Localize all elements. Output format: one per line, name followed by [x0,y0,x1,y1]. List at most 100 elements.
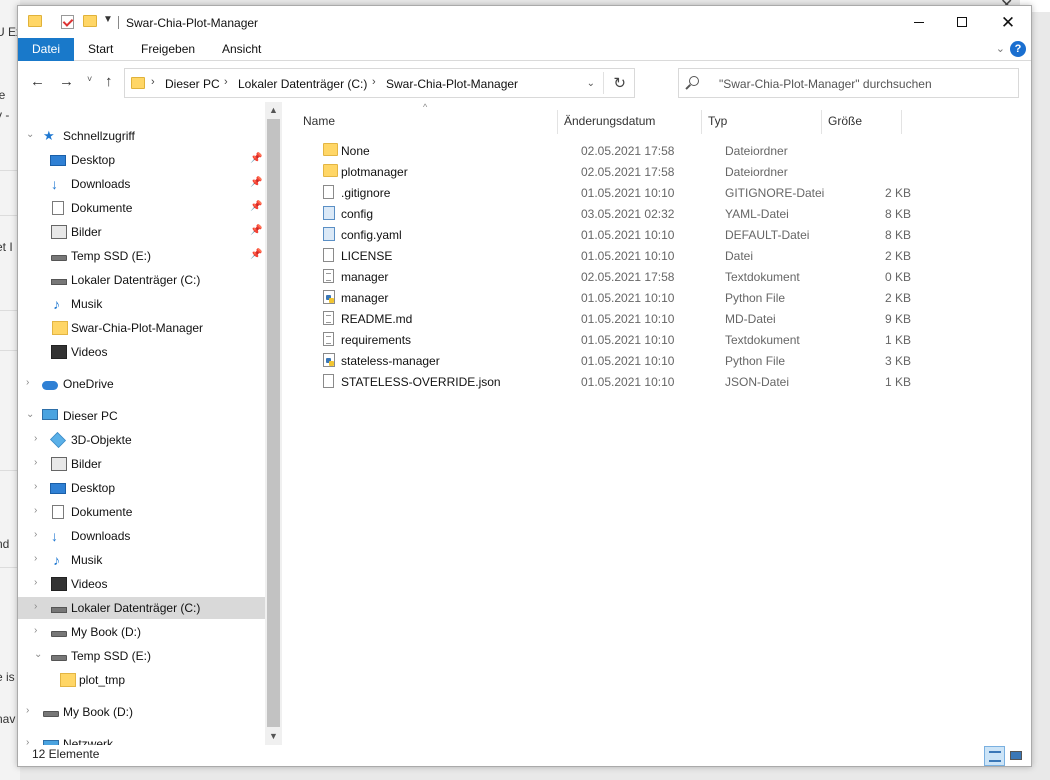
expand-chevron-icon[interactable]: › [34,433,37,444]
file-row[interactable]: config 03.05.2021 02:32 YAML-Datei 8 KB [303,203,923,224]
help-icon[interactable]: ? [1010,41,1026,57]
drive-icon [51,279,67,285]
forward-button[interactable]: → [59,73,74,90]
tab-view[interactable]: Ansicht [209,38,274,61]
tree-item-pictures-pc[interactable]: › Bilder [18,453,265,475]
tree-item-videos-pc[interactable]: › Videos [18,573,265,595]
breadcrumb-chevron-icon[interactable]: › [372,76,376,88]
expand-chevron-icon[interactable]: › [34,625,37,636]
expand-chevron-icon[interactable]: › [34,553,37,564]
file-row[interactable]: .gitignore 01.05.2021 10:10 GITIGNORE-Da… [303,182,923,203]
tab-share[interactable]: Freigeben [128,38,208,61]
file-row[interactable]: manager 02.05.2021 17:58 Textdokument 0 … [303,266,923,287]
expand-chevron-icon[interactable]: › [26,377,29,388]
properties-icon[interactable] [61,15,74,29]
column-separator[interactable] [557,110,558,134]
recent-locations-button[interactable]: ˅ [87,74,92,84]
file-type: Datei [725,249,754,263]
column-header-date[interactable]: Änderungsdatum [564,114,655,128]
tree-item-videos[interactable]: Videos [18,341,265,363]
large-icons-view-button[interactable] [1006,746,1027,766]
refresh-icon[interactable]: ↻ [613,74,626,92]
tree-item-pictures[interactable]: Bilder 📌 [18,221,265,243]
tree-item-my-book-root[interactable]: › My Book (D:) [18,701,265,723]
address-dropdown-icon[interactable]: ⌄ [587,78,595,89]
details-view-button[interactable] [984,746,1005,766]
collapse-chevron-icon[interactable]: ⌄ [26,129,34,140]
scroll-down-icon[interactable]: ▼ [269,731,278,741]
file-row[interactable]: config.yaml 01.05.2021 10:10 DEFAULT-Dat… [303,224,923,245]
tree-item-local-disk[interactable]: Lokaler Datenträger (C:) [18,269,265,291]
tree-item-3d-objects[interactable]: › 3D-Objekte [18,429,265,451]
expand-ribbon-icon[interactable]: ⌄ [996,42,1005,55]
file-row[interactable]: None 02.05.2021 17:58 Dateiordner [303,140,923,161]
scrollbar-thumb[interactable] [267,119,280,727]
tree-item-documents-pc[interactable]: › Dokumente [18,501,265,523]
breadcrumb-chevron-icon[interactable]: › [224,76,228,88]
tree-item-downloads-pc[interactable]: › ↓ Downloads [18,525,265,547]
file-name: README.md [341,312,413,326]
tab-start[interactable]: Start [75,38,126,61]
scroll-up-icon[interactable]: ▲ [269,105,278,115]
new-folder-icon[interactable] [83,15,97,27]
tree-item-music-pc[interactable]: › ♪ Musik [18,549,265,571]
expand-chevron-icon[interactable]: › [34,505,37,516]
tree-item-desktop-pc[interactable]: › Desktop [18,477,265,499]
column-header-size[interactable]: Größe [828,114,862,128]
close-button[interactable]: ✕ [985,6,1031,38]
up-button[interactable]: ↑ [105,73,113,90]
file-row[interactable]: stateless-manager 01.05.2021 10:10 Pytho… [303,350,923,371]
column-header-name[interactable]: Name [303,114,335,128]
tree-item-onedrive[interactable]: › OneDrive [18,373,265,395]
tree-item-my-book[interactable]: › My Book (D:) [18,621,265,643]
file-row[interactable]: STATELESS-OVERRIDE.json 01.05.2021 10:10… [303,371,923,392]
search-input[interactable]: "Swar-Chia-Plot-Manager" durchsuchen [719,77,932,91]
expand-chevron-icon[interactable]: › [34,457,37,468]
expand-chevron-icon[interactable]: › [26,705,29,716]
tree-item-local-disk-pc[interactable]: › Lokaler Datenträger (C:) [18,597,265,619]
search-box[interactable]: "Swar-Chia-Plot-Manager" durchsuchen [678,68,1019,98]
tree-item-temp-ssd-pc[interactable]: ⌄ Temp SSD (E:) [18,645,265,667]
document-icon [52,201,64,215]
file-row[interactable]: README.md 01.05.2021 10:10 MD-Datei 9 KB [303,308,923,329]
breadcrumb-item[interactable]: Dieser PC [165,77,220,91]
tree-item-music[interactable]: ♪ Musik [18,293,265,315]
breadcrumb-item[interactable]: Swar-Chia-Plot-Manager [386,77,518,91]
navigation-scrollbar[interactable]: ▲ ▼ [265,102,282,745]
column-header-type[interactable]: Typ [708,114,727,128]
breadcrumb-item[interactable]: Lokaler Datenträger (C:) [238,77,367,91]
column-separator[interactable] [821,110,822,134]
file-row[interactable]: LICENSE 01.05.2021 10:10 Datei 2 KB [303,245,923,266]
tree-item-temp-ssd[interactable]: Temp SSD (E:) 📌 [18,245,265,267]
minimize-button[interactable] [896,6,942,38]
collapse-chevron-icon[interactable]: ⌄ [34,649,42,660]
tree-item-documents[interactable]: Dokumente 📌 [18,197,265,219]
file-row[interactable]: manager 01.05.2021 10:10 Python File 2 K… [303,287,923,308]
expand-chevron-icon[interactable]: › [26,737,29,745]
tree-item-quick-access[interactable]: ⌄ ★ Schnellzugriff [18,125,265,147]
expand-chevron-icon[interactable]: › [34,529,37,540]
breadcrumb-chevron-icon[interactable]: › [151,76,155,88]
tree-item-plot-tmp[interactable]: plot_tmp [18,669,265,691]
quick-access-dropdown-icon[interactable]: ▼ [103,14,113,25]
tab-file[interactable]: Datei [18,38,74,61]
column-separator[interactable] [701,110,702,134]
collapse-chevron-icon[interactable]: ⌄ [26,409,34,420]
tree-item-this-pc[interactable]: ⌄ Dieser PC [18,405,265,427]
tree-item-desktop[interactable]: Desktop 📌 [18,149,265,171]
expand-chevron-icon[interactable]: › [34,601,37,612]
maximize-button[interactable] [939,6,985,38]
back-button[interactable]: ← [30,73,45,90]
column-separator[interactable] [901,110,902,134]
tree-item-downloads[interactable]: ↓ Downloads 📌 [18,173,265,195]
tree-item-swar-folder[interactable]: Swar-Chia-Plot-Manager [18,317,265,339]
expand-chevron-icon[interactable]: › [34,481,37,492]
file-row[interactable]: requirements 01.05.2021 10:10 Textdokume… [303,329,923,350]
tree-item-network[interactable]: › Netzwerk [18,733,265,745]
tree-item-label: Bilder [71,457,102,471]
file-date: 02.05.2021 17:58 [581,165,675,179]
file-row[interactable]: plotmanager 02.05.2021 17:58 Dateiordner [303,161,923,182]
address-bar[interactable]: › Dieser PC › Lokaler Datenträger (C:) ›… [124,68,635,98]
background-text: ie [0,88,6,102]
expand-chevron-icon[interactable]: › [34,577,37,588]
